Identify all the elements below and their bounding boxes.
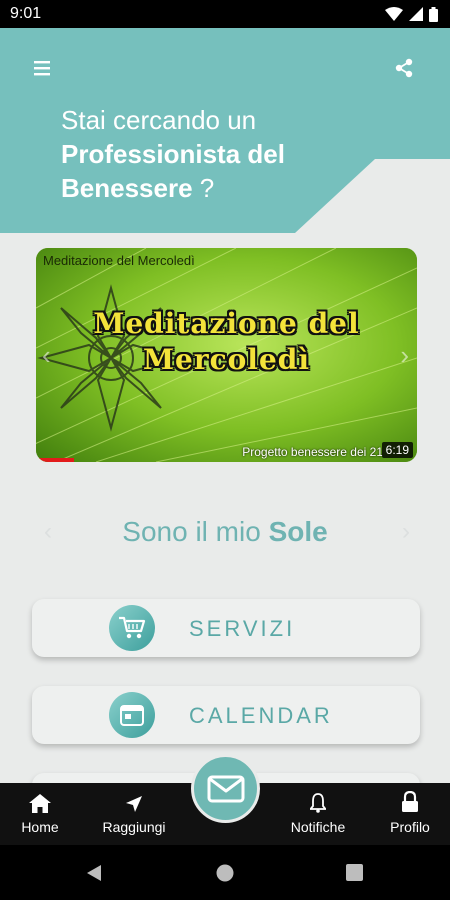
nav-profilo[interactable]: Profilo xyxy=(382,783,438,845)
system-navigation-bar xyxy=(0,845,450,900)
bell-icon xyxy=(310,793,326,813)
headline-line3-suffix: ? xyxy=(192,173,215,203)
nav-home[interactable]: Home xyxy=(12,783,68,845)
wifi-icon xyxy=(385,7,403,21)
calendar-icon xyxy=(120,705,144,726)
nav-raggiungi[interactable]: Raggiungi xyxy=(96,783,172,845)
headline-line2: Professionista del xyxy=(61,139,285,169)
home-icon xyxy=(29,794,51,813)
slogan-prefix: Sono il mio xyxy=(122,516,269,547)
signal-icon xyxy=(409,7,423,21)
headline-line3: Benessere xyxy=(61,173,193,203)
back-icon[interactable] xyxy=(86,864,102,882)
video-main-title: Meditazione del Mercoledì xyxy=(36,306,417,378)
calendar-button[interactable]: CALENDAR xyxy=(32,686,420,744)
video-next-arrow-icon[interactable]: › xyxy=(400,340,409,371)
header-banner: Stai cercando un Professionista del Bene… xyxy=(0,28,450,233)
share-button[interactable] xyxy=(392,56,416,80)
servizi-button[interactable]: SERVIZI xyxy=(32,599,420,657)
calendar-icon-circle xyxy=(109,692,155,738)
battery-icon xyxy=(429,6,438,22)
headline: Stai cercando un Professionista del Bene… xyxy=(61,103,285,205)
status-icons xyxy=(385,6,438,22)
hamburger-icon xyxy=(34,61,50,76)
video-channel-text: Progetto benessere dei 21 xyxy=(242,445,383,459)
slogan: Sono il mio Sole xyxy=(0,516,450,548)
recents-icon[interactable] xyxy=(346,864,363,881)
video-main-title-line1: Meditazione del xyxy=(93,307,360,340)
slogan-bold: Sole xyxy=(268,516,328,547)
nav-raggiungi-label: Raggiungi xyxy=(102,819,166,835)
status-time: 9:01 xyxy=(10,5,42,22)
calendar-label: CALENDAR xyxy=(189,703,333,728)
nav-notifiche[interactable]: Notifiche xyxy=(282,783,354,845)
servizi-icon-circle xyxy=(109,605,155,651)
slogan-carousel: ‹ Sono il mio Sole › xyxy=(0,510,450,554)
contact-fab-button[interactable] xyxy=(191,754,260,823)
video-player[interactable]: Meditazione del Mercoledì Meditazione de… xyxy=(36,248,417,462)
cart-icon xyxy=(119,616,146,639)
servizi-label: SERVIZI xyxy=(189,616,296,641)
slogan-next-arrow-icon[interactable]: › xyxy=(402,518,410,546)
home-circle-icon[interactable] xyxy=(216,864,234,882)
video-progress-bar xyxy=(36,458,74,462)
video-prev-arrow-icon[interactable]: ‹ xyxy=(42,340,51,371)
share-icon xyxy=(395,58,413,78)
nav-profilo-label: Profilo xyxy=(390,819,430,835)
mail-icon xyxy=(207,775,244,802)
navigation-arrow-icon xyxy=(126,796,142,812)
video-duration: 6:19 xyxy=(381,442,413,458)
video-top-title: Meditazione del Mercoledì xyxy=(43,253,195,268)
hamburger-menu-button[interactable] xyxy=(30,58,54,78)
headline-line1: Stai cercando un xyxy=(61,105,257,135)
video-main-title-line2: Mercoledì xyxy=(143,343,310,376)
nav-notifiche-label: Notifiche xyxy=(290,819,346,835)
nav-home-label: Home xyxy=(21,819,59,835)
status-bar: 9:01 xyxy=(0,0,450,28)
lock-icon xyxy=(402,791,418,812)
